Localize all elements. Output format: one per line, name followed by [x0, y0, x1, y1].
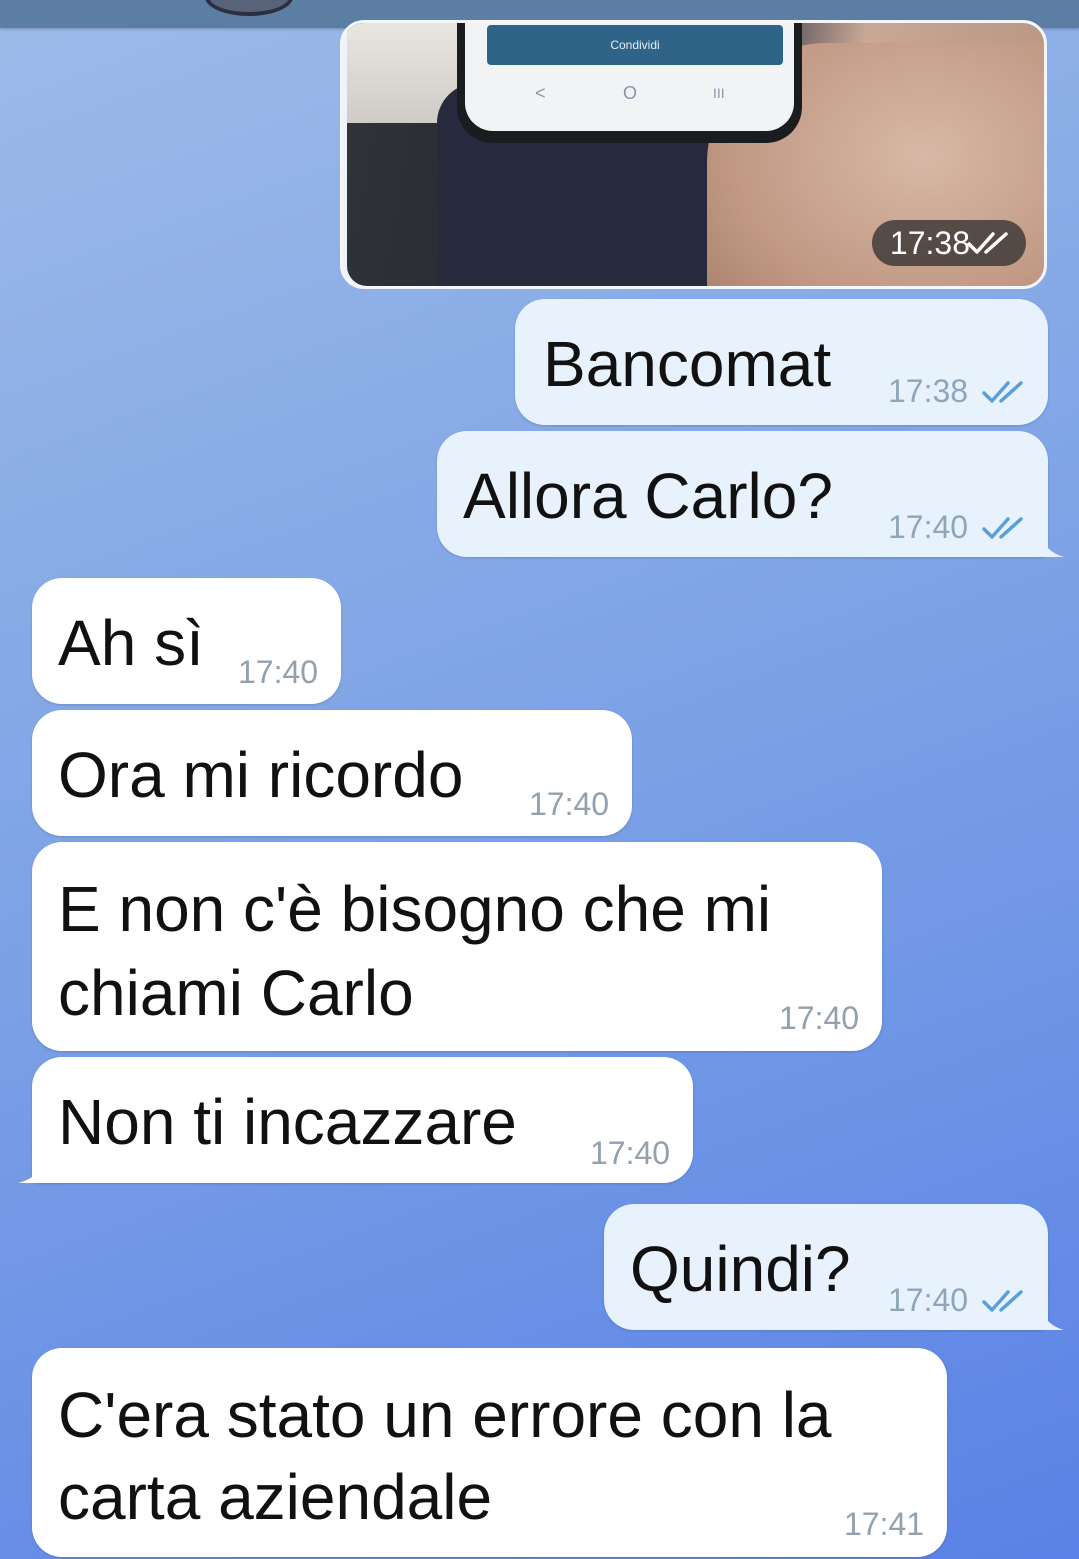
message-time: 17:40	[888, 1282, 969, 1318]
message-bubble[interactable]: Allora Carlo? 17:40	[437, 431, 1048, 557]
double-check-icon	[982, 517, 1023, 539]
message-text: Quindi?	[630, 1233, 851, 1305]
message-bubble[interactable]: E non c'è bisogno che mi chiami Carlo 17…	[32, 842, 882, 1051]
message-bubble[interactable]: Non ti incazzare 17:40	[32, 1057, 693, 1183]
message-bubble[interactable]: Ah sì 17:40	[32, 578, 341, 704]
message-time: 17:41	[844, 1506, 925, 1542]
message-time: 17:40	[779, 1000, 860, 1036]
message-text: Non ti incazzare	[58, 1086, 517, 1158]
message-text-line: carta aziendale	[58, 1461, 493, 1533]
photo-share-button: Condividi	[487, 25, 783, 65]
bubble-tail	[1040, 527, 1064, 557]
home-nav-icon: O	[623, 83, 638, 103]
double-check-icon	[982, 381, 1023, 403]
message-bubble[interactable]: Ora mi ricordo 17:40	[32, 710, 632, 836]
message-time: 17:40	[888, 509, 969, 545]
photo-message[interactable]: Condividi < O III 17:38	[340, 20, 1047, 289]
message-text: Bancomat	[543, 328, 832, 400]
bubble-tail	[1040, 1300, 1064, 1330]
message-bubble[interactable]: C'era stato un errore con la carta azien…	[32, 1348, 947, 1557]
double-check-icon	[982, 1290, 1023, 1312]
message-time: 17:40	[529, 786, 610, 822]
double-check-icon	[967, 232, 1008, 254]
message-time: 17:38	[888, 373, 969, 409]
message-text-line: E non c'è bisogno che mi	[58, 873, 772, 945]
photo-timestamp-badge: 17:38	[871, 220, 1026, 266]
message-time: 17:40	[238, 654, 319, 690]
message-text-line: C'era stato un errore con la	[58, 1379, 832, 1451]
bubble-tail	[18, 1153, 44, 1183]
photo-timestamp: 17:38	[889, 225, 970, 261]
photo-phone: Condividi < O III	[457, 23, 802, 143]
message-text: Ora mi ricordo	[58, 739, 464, 811]
photo-phone-screen: Condividi < O III	[465, 23, 794, 131]
message-bubble[interactable]: Quindi? 17:40	[604, 1204, 1048, 1330]
back-nav-icon: <	[535, 83, 546, 103]
message-time: 17:40	[590, 1135, 671, 1171]
recent-apps-nav-icon: III	[713, 85, 725, 101]
message-text-line: chiami Carlo	[58, 957, 414, 1029]
message-bubble[interactable]: Bancomat 17:38	[515, 299, 1048, 425]
avatar[interactable]	[205, 0, 293, 16]
message-text: Allora Carlo?	[463, 460, 833, 532]
message-text: Ah sì	[58, 607, 204, 679]
